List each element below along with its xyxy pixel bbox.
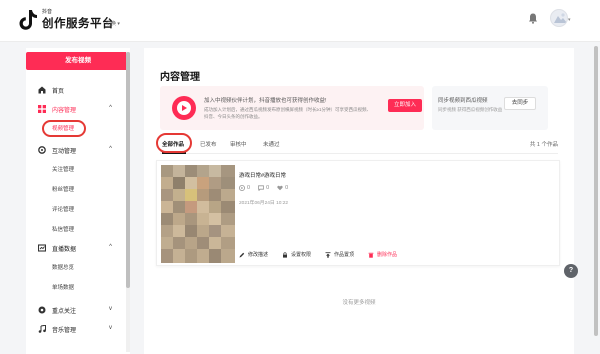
permission-label: 设置权限 [291, 252, 312, 258]
publish-video-button[interactable]: 发布视频 [26, 52, 130, 70]
sidebar-subitem-overview[interactable]: 数据总览 [52, 262, 74, 274]
sidebar-item-label: 首页 [52, 88, 65, 95]
brand-title[interactable]: 创作服务平台 [42, 15, 114, 31]
sync-title: 同步视频到西瓜视频 [438, 98, 488, 104]
brand-sub: 抖音 [42, 9, 53, 15]
sidebar-item-label: 音乐管理 [52, 327, 77, 334]
grid-icon [38, 105, 46, 113]
avatar-icon [554, 13, 567, 23]
sidebar-item-live[interactable]: 直播数据 ^ [26, 241, 122, 255]
sidebar-item-label: 互动管理 [52, 148, 77, 155]
video-stats: 0 0 0 [239, 185, 288, 191]
comments-count: 0 [266, 185, 270, 191]
tabs: 全部作品 已发布 审核中 未通过 共 1 个作品 [160, 136, 558, 154]
tab-rejected[interactable]: 未通过 [263, 140, 280, 148]
sidebar-item-label: 内容管理 [52, 107, 77, 114]
sidebar-item-label: 直播数据 [52, 246, 77, 253]
sidebar-subitem-comments[interactable]: 评论管理 [52, 204, 74, 216]
delete-video-button[interactable]: 删除作品 [368, 251, 397, 258]
avatar[interactable] [550, 9, 568, 27]
video-card: 游戏日常#游戏日常 0 0 0 2021年06月24日 10:22 修改描述 设… [156, 160, 560, 266]
sidebar-subitem-fans[interactable]: 粉丝管理 [52, 184, 74, 196]
focus-icon [38, 306, 46, 314]
sidebar-scroll-thumb[interactable] [126, 52, 130, 288]
xigua-logo-icon [172, 96, 196, 120]
chart-icon [38, 244, 46, 252]
home-icon [38, 86, 46, 94]
play-icon [239, 185, 245, 191]
likes-count: 0 [285, 185, 289, 191]
sync-desc: 同步视频 获得西瓜视频创作收益 [438, 107, 503, 112]
help-icon[interactable]: ? [564, 264, 578, 278]
chevron-down-icon: ▾ [117, 21, 120, 27]
pin-top-icon [325, 251, 331, 258]
lock-icon [283, 251, 288, 258]
chevron-up-icon: ^ [109, 244, 112, 250]
sidebar-item-home[interactable]: 首页 [26, 83, 122, 97]
no-more-text: 没有更多视频 [342, 300, 376, 306]
tiktok-logo-icon[interactable] [18, 9, 38, 31]
sidebar-item-focus[interactable]: 重点关注 v [26, 303, 122, 317]
tab-published[interactable]: 已发布 [200, 140, 217, 148]
video-title[interactable]: 游戏日常#游戏日常 [239, 171, 286, 179]
comments-stat: 0 [258, 185, 269, 191]
pencil-icon [239, 252, 245, 257]
video-actions: 修改描述 设置权限 作品置顶 删除作品 [239, 251, 397, 258]
switch-label: 切换 [106, 21, 117, 27]
sidebar-item-interact[interactable]: 互动管理 ^ [26, 143, 122, 157]
edit-description-button[interactable]: 修改描述 [239, 251, 268, 258]
likes-stat: 0 [277, 185, 288, 191]
plays-stat: 0 [239, 185, 250, 191]
bell-icon[interactable] [528, 13, 538, 24]
sidebar-subitem-follow[interactable]: 关注管理 [52, 164, 74, 176]
sidebar-item-content[interactable]: 内容管理 ^ [26, 102, 122, 116]
chevron-up-icon: ^ [109, 146, 112, 152]
music-icon [38, 325, 46, 333]
annotation-circle [156, 133, 192, 153]
tab-reviewing[interactable]: 审核中 [230, 140, 247, 148]
sidebar-item-label: 重点关注 [52, 308, 77, 315]
annotation-circle [42, 120, 86, 137]
plays-count: 0 [247, 185, 251, 191]
publish-date: 2021年06月24日 10:22 [239, 201, 289, 206]
sidebar-item-music[interactable]: 音乐管理 v [26, 322, 122, 336]
heart-icon [277, 185, 283, 191]
edit-label: 修改描述 [248, 252, 269, 258]
promo-title: 加入中视频伙伴计划，抖音播放也可获得创作收益! [204, 98, 327, 104]
set-permission-button[interactable]: 设置权限 [282, 251, 311, 258]
sidebar-subitem-single[interactable]: 单场数据 [52, 282, 74, 294]
join-now-button[interactable]: 立即加入 [388, 99, 422, 112]
sync-banner: 同步视频到西瓜视频 同步视频 获得西瓜视频创作收益 去同步 [432, 86, 548, 130]
sidebar: 发布视频 首页 内容管理 ^ 视频管理 互动管理 ^ 关注管理 粉丝管理 评论管… [26, 48, 130, 354]
comment-icon [258, 185, 264, 191]
page-title: 内容管理 [160, 72, 200, 83]
pin-label: 作品置顶 [334, 252, 355, 258]
chevron-down-icon: v [109, 325, 112, 331]
promo-banner: 加入中视频伙伴计划，抖音播放也可获得创作收益! 成功加入计划后，通过西瓜视频发布… [160, 86, 424, 130]
page-scroll-thumb[interactable] [594, 46, 598, 336]
top-bar: 抖音 创作服务平台 切换 ▾ ▾ [0, 0, 600, 42]
chevron-down-icon[interactable]: ▾ [568, 17, 571, 23]
chevron-down-icon: v [109, 306, 112, 312]
chevron-up-icon: ^ [109, 105, 112, 111]
go-sync-button[interactable]: 去同步 [504, 97, 536, 110]
pin-video-button[interactable]: 作品置顶 [325, 251, 354, 258]
promo-desc: 成功加入计划后，通过西瓜视频发布原创横屏视频（时长≥1分钟）可享受西瓜视频、抖音… [204, 107, 371, 119]
trash-icon [368, 252, 374, 258]
interact-icon [38, 146, 46, 154]
delete-label: 删除作品 [377, 252, 398, 258]
total-count: 共 1 个作品 [529, 142, 558, 148]
switch-dropdown[interactable]: 切换 ▾ [106, 20, 120, 27]
main-panel: 内容管理 加入中视频伙伴计划，抖音播放也可获得创作收益! 成功加入计划后，通过西… [144, 48, 574, 354]
sidebar-subitem-messages[interactable]: 私信管理 [52, 224, 74, 236]
video-thumbnail[interactable] [161, 165, 235, 263]
